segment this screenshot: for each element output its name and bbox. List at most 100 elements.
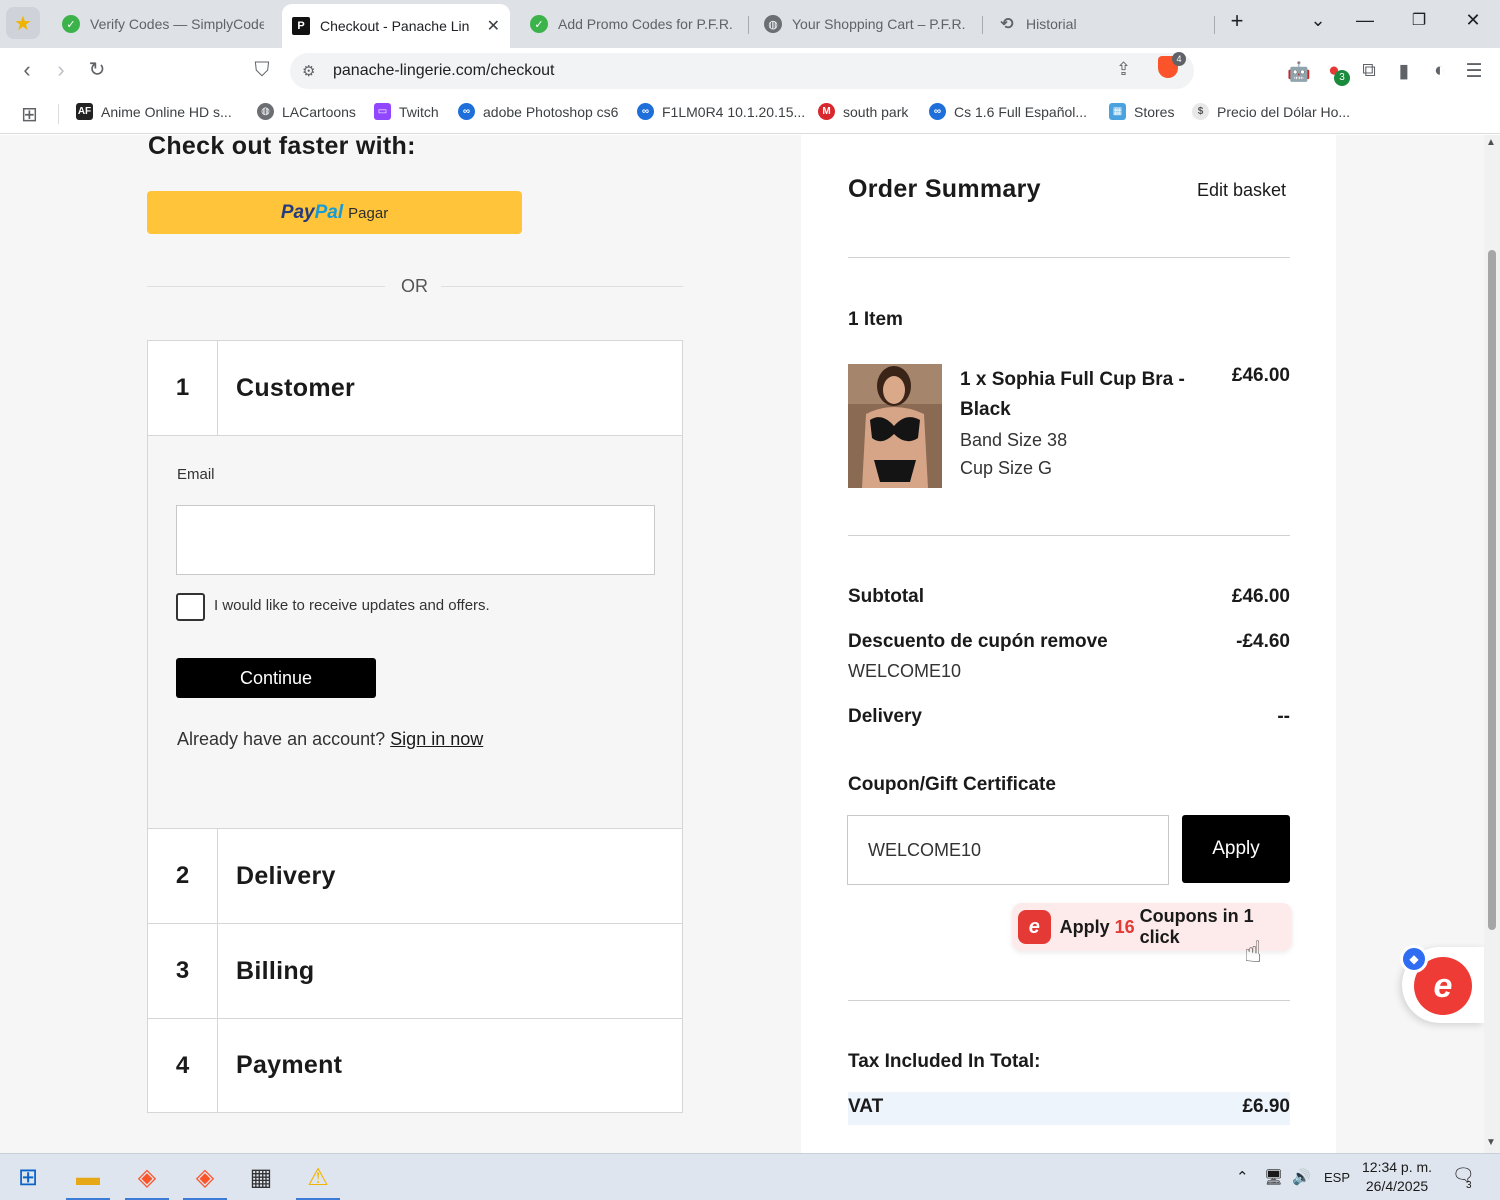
updates-checkbox[interactable] (176, 593, 205, 621)
or-text: OR (401, 276, 428, 296)
language-indicator[interactable]: ESP (1324, 1170, 1350, 1185)
apps-grid-icon[interactable]: ⊞ (21, 102, 38, 127)
step-title: Customer (236, 373, 356, 402)
tab-historial[interactable]: ⟲ Historial (988, 5, 1208, 43)
continue-button[interactable]: Continue (176, 658, 376, 698)
page-scrollbar[interactable]: ▲ ▼ (1484, 135, 1500, 1153)
chevron-down-icon[interactable]: ⌄ (1303, 10, 1333, 31)
globe-icon: ◍ (257, 103, 274, 120)
coupon-heading: Coupon/Gift Certificate (848, 774, 1056, 795)
address-bar[interactable]: ⚙ panache-lingerie.com/checkout ⇪ (290, 53, 1194, 89)
window-close-icon[interactable]: ✕ (1458, 10, 1488, 31)
bookmark-item[interactable]: ∞ Cs 1.6 Full Español... (929, 103, 1087, 120)
tab-checkout[interactable]: P Checkout - Panache Lingerie ✕ (282, 4, 510, 48)
system-clock[interactable]: 12:34 p. m. 26/4/2025 (1362, 1158, 1432, 1196)
product-name: 1 x Sophia Full Cup Bra - Black (960, 369, 1185, 420)
volume-icon[interactable]: 🔊 (1292, 1168, 1311, 1186)
windows-start-icon[interactable]: ⊞ (0, 1154, 56, 1200)
product-band-size: Band Size 38 (960, 430, 1068, 450)
tab-add-promo[interactable]: ✓ Add Promo Codes for P.F.R. (520, 5, 746, 43)
bookmarks-bar: ⊞ AF Anime Online HD s... ◍ LACartoons ▭… (0, 94, 1500, 134)
scroll-thumb[interactable] (1488, 250, 1496, 930)
bookmark-label: Twitch (399, 103, 439, 120)
menu-icon[interactable]: ☰ (1462, 60, 1486, 83)
robot-icon[interactable]: 🤖 (1287, 60, 1311, 84)
minimize-icon[interactable]: — (1350, 10, 1380, 31)
network-icon[interactable]: 🖥 (1264, 1168, 1283, 1186)
calculator-icon[interactable]: ▦ (233, 1154, 289, 1200)
email-field[interactable] (176, 505, 655, 575)
reload-icon[interactable]: ↻ (84, 58, 110, 82)
leo-icon[interactable]: ◐ (1428, 60, 1452, 82)
simplycodes-floating-widget[interactable]: e ◆ (1400, 945, 1484, 1023)
af-icon: AF (76, 103, 93, 120)
panache-icon: P (292, 17, 310, 35)
sidebar-icon[interactable]: ▮ (1392, 60, 1416, 83)
brave-profile-icon[interactable]: ◈ (177, 1154, 233, 1200)
tab-simplycodes[interactable]: ✓ Verify Codes — SimplyCodes (52, 5, 274, 43)
back-icon[interactable]: ‹ (14, 58, 40, 82)
bookmark-icon[interactable]: ⛉ (249, 58, 275, 82)
apply-coupon-button[interactable]: Apply (1182, 815, 1290, 883)
star-icon[interactable]: ★ (6, 7, 40, 39)
bookmark-label: Anime Online HD s... (101, 103, 232, 120)
discount-label: Descuento de cupón (848, 631, 1035, 652)
sign-in-link[interactable]: Sign in now (390, 729, 483, 749)
bookmark-item[interactable]: ▭ Twitch (374, 103, 439, 120)
customer-form: Email I would like to receive updates an… (148, 436, 682, 829)
close-icon[interactable]: ✕ (479, 16, 500, 36)
new-tab-icon[interactable]: + (1222, 8, 1252, 34)
email-label: Email (177, 466, 215, 483)
bookmark-item[interactable]: ∞ adobe Photoshop cs6 (458, 103, 618, 120)
bookmark-item[interactable]: ∞ F1LM0R4 10.1.20.15... (637, 103, 805, 120)
scroll-down-arrow-icon[interactable]: ▼ (1486, 1137, 1496, 1148)
delivery-label: Delivery (848, 706, 922, 727)
step-delivery-header[interactable]: 2 Delivery (148, 829, 682, 924)
divider (147, 286, 385, 287)
step-billing-header[interactable]: 3 Billing (148, 924, 682, 1019)
bookmark-label: Stores (1134, 103, 1175, 120)
forward-icon[interactable]: › (48, 58, 74, 82)
remove-coupon-link[interactable]: remove (1040, 631, 1108, 652)
brave-browser-icon[interactable]: ◈ (119, 1154, 175, 1200)
scroll-up-arrow-icon[interactable]: ▲ (1486, 137, 1496, 148)
step-customer-header[interactable]: 1 Customer (148, 341, 682, 436)
share-icon[interactable]: ⇪ (1116, 59, 1131, 80)
bookmark-item[interactable]: ◍ LACartoons (257, 103, 356, 120)
bookmark-label: F1LM0R4 10.1.20.15... (662, 103, 806, 120)
edit-basket-link[interactable]: Edit basket (1197, 180, 1286, 201)
paypal-logo-a: Pay (280, 201, 315, 223)
twitch-icon: ▭ (374, 103, 391, 120)
extensions-puzzle-icon[interactable]: ⧉ (1357, 60, 1381, 82)
tab-shopping-cart[interactable]: ◍ Your Shopping Cart – P.F.R. (754, 5, 980, 43)
app-triangle-icon[interactable]: ⚠ (290, 1154, 346, 1200)
product-cup-size: Cup Size G (960, 458, 1053, 478)
order-summary: Order Summary Edit basket 1 Item 1 x Sop… (801, 135, 1336, 1153)
order-summary-title: Order Summary (848, 175, 1041, 203)
clock-time: 12:34 p. m. (1362, 1159, 1433, 1175)
file-explorer-icon[interactable]: ▬ (60, 1154, 116, 1200)
paypal-button[interactable]: Pay Pal Pagar (147, 191, 522, 234)
checkout-page: Check out faster with: Pay Pal Pagar OR 1… (0, 135, 1484, 1153)
bookmark-item[interactable]: $ Precio del Dólar Ho... (1192, 103, 1350, 120)
step-title: Billing (236, 956, 315, 985)
bookmark-item[interactable]: ▦ Stores (1109, 103, 1174, 120)
step-number: 1 (148, 341, 218, 435)
apply-coupons-post: Coupons in 1 click (1139, 906, 1254, 947)
bookmark-item[interactable]: M south park (818, 103, 908, 120)
restore-icon[interactable]: ❐ (1404, 10, 1434, 30)
coupon-input[interactable] (847, 815, 1169, 885)
tray-chevron-icon[interactable]: ⌃ (1236, 1168, 1249, 1186)
url-text[interactable]: panache-lingerie.com/checkout (333, 62, 554, 80)
site-info-icon[interactable]: ⚙ (302, 62, 315, 80)
vat-value: £6.90 (1242, 1096, 1290, 1117)
bookmark-item[interactable]: AF Anime Online HD s... (76, 103, 232, 120)
step-payment-header[interactable]: 4 Payment (148, 1019, 682, 1112)
simplycodes-logo-icon: e (1018, 910, 1051, 944)
divider (848, 1000, 1290, 1001)
product-price: £46.00 (1231, 365, 1290, 386)
product-image[interactable] (848, 364, 942, 488)
discount-value: -£4.60 (1236, 631, 1290, 652)
tax-heading: Tax Included In Total: (848, 1051, 1041, 1072)
windows-taskbar: ⊞ ▬ ◈ ◈ ▦ ⚠ ⌃ 🖥 🔊 ESP 12:34 p. m. 26/4/2… (0, 1153, 1500, 1200)
